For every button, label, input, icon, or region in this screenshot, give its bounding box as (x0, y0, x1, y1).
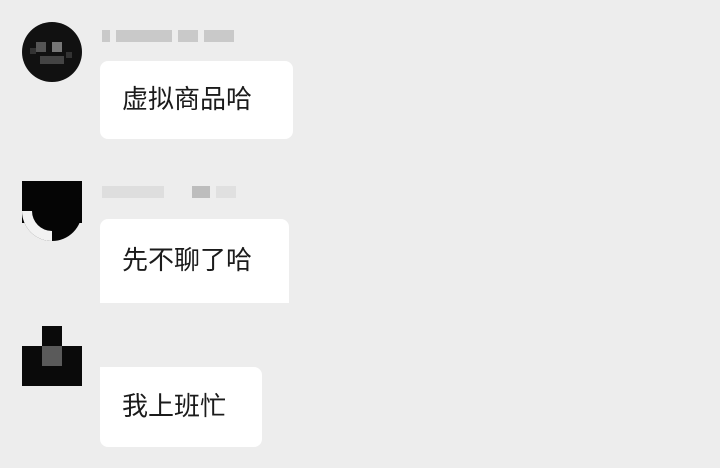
avatar[interactable] (22, 326, 82, 386)
sender-name (102, 184, 236, 200)
avatar[interactable] (22, 22, 82, 82)
message-text: 虚拟商品哈 (122, 85, 253, 115)
message-text: 先不聊了哈 (122, 246, 253, 276)
avatar[interactable] (22, 181, 82, 241)
message-bubble[interactable]: 我上班忙 (100, 367, 262, 447)
sender-name (102, 28, 234, 44)
message-bubble[interactable]: 先不聊了哈 (100, 219, 289, 303)
message-bubble[interactable]: 虚拟商品哈 (100, 61, 293, 139)
message-text: 我上班忙 (122, 392, 227, 422)
